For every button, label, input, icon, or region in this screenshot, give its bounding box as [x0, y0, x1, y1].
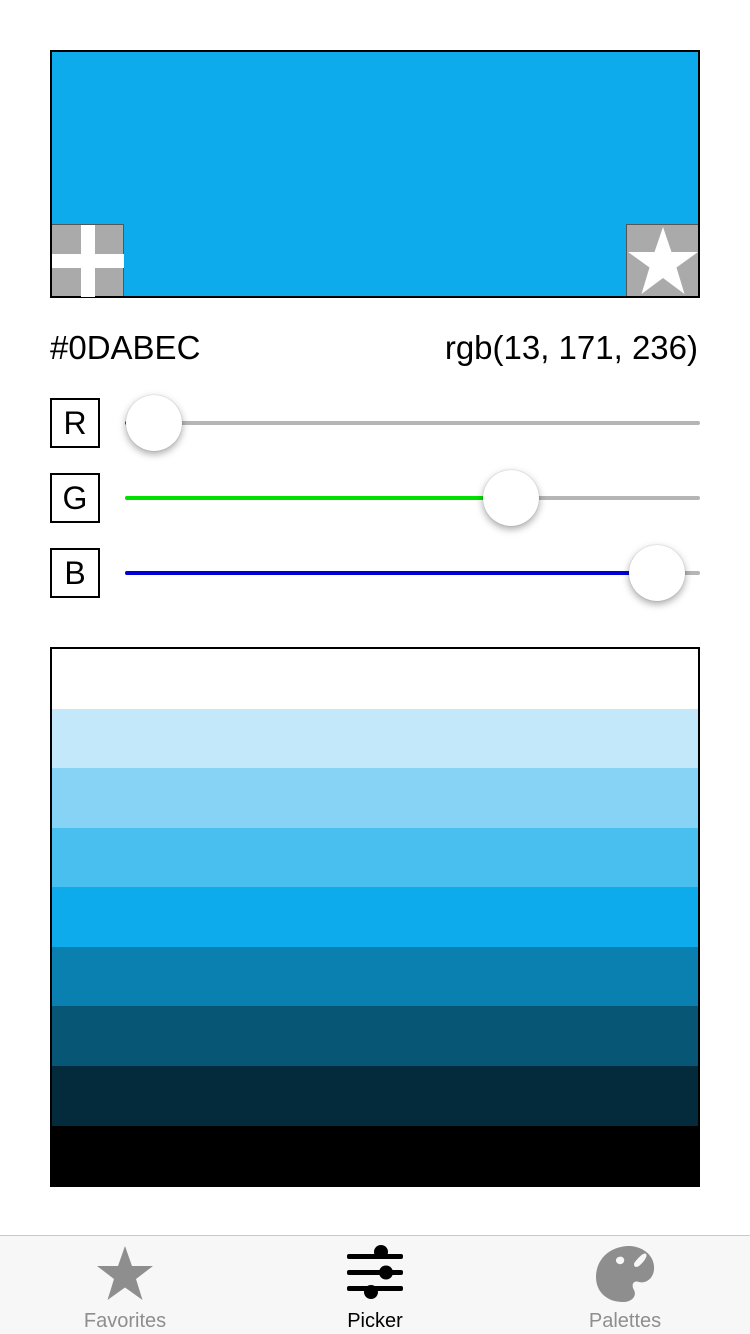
color-preview — [50, 50, 700, 298]
tab-palettes[interactable]: Palettes — [500, 1236, 750, 1334]
slider-row-green: G — [50, 470, 700, 526]
tab-bar: Favorites Picker Palettes — [0, 1235, 750, 1334]
star-icon — [97, 1246, 153, 1300]
tab-favorites[interactable]: Favorites — [0, 1236, 250, 1334]
green-slider[interactable] — [125, 470, 700, 526]
shade-swatch[interactable] — [52, 1125, 698, 1185]
channel-label-green: G — [50, 473, 100, 523]
channel-label-blue: B — [50, 548, 100, 598]
blue-slider[interactable] — [125, 545, 700, 601]
shade-swatch[interactable] — [52, 649, 698, 709]
plus-icon — [52, 225, 124, 297]
shade-palette — [50, 647, 700, 1187]
rgb-value: rgb(13, 171, 236) — [444, 329, 698, 366]
shade-swatch[interactable] — [52, 708, 698, 769]
blue-slider-thumb[interactable] — [629, 545, 686, 601]
slider-row-red: R — [50, 395, 700, 451]
picker-screen: #0DABEC rgb(13, 171, 236) R G B Favorite… — [0, 0, 750, 1334]
palette-icon — [596, 1246, 655, 1302]
shade-swatch[interactable] — [52, 1065, 698, 1126]
red-slider[interactable] — [125, 395, 700, 451]
shade-swatch[interactable] — [52, 1006, 698, 1066]
red-slider-thumb[interactable] — [126, 395, 183, 451]
shade-swatch[interactable] — [52, 768, 698, 828]
green-slider-fill — [125, 496, 511, 500]
star-icon — [628, 227, 698, 294]
favorite-color-button[interactable] — [626, 224, 698, 296]
tab-palettes-label: Palettes — [588, 1310, 662, 1332]
tab-picker[interactable]: Picker — [250, 1236, 500, 1334]
hex-value: #0DABEC — [50, 329, 201, 366]
shade-swatch[interactable] — [52, 946, 698, 1007]
tab-picker-label: Picker — [347, 1310, 403, 1332]
channel-label-red: R — [50, 398, 100, 448]
tab-favorites-label: Favorites — [83, 1310, 167, 1332]
shade-swatch[interactable] — [52, 887, 698, 947]
sliders-icon — [347, 1245, 403, 1299]
blue-slider-fill — [125, 571, 658, 575]
slider-row-blue: B — [50, 545, 700, 601]
shade-swatch[interactable] — [52, 827, 698, 888]
add-color-button[interactable] — [52, 224, 124, 297]
green-slider-thumb[interactable] — [482, 470, 539, 526]
